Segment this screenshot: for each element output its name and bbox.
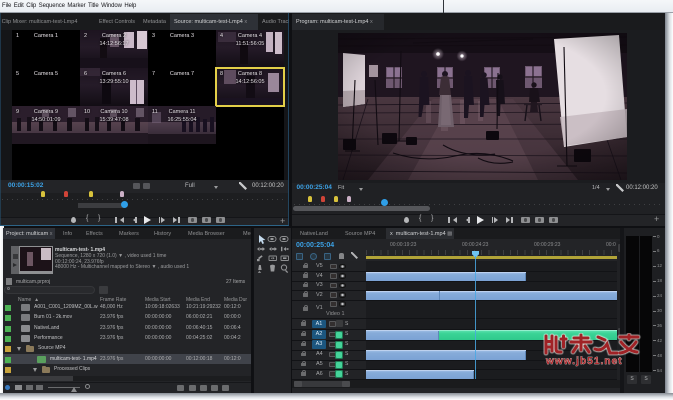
svg-text:www.jb51.net: www.jb51.net bbox=[545, 356, 623, 367]
